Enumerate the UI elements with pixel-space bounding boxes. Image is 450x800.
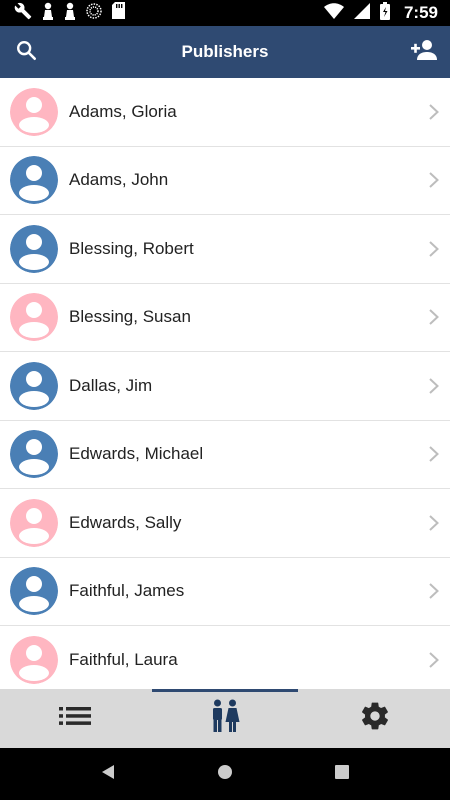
chevron-right-icon [428,582,440,600]
back-button[interactable] [88,754,128,794]
person-icon [10,430,58,479]
bottom-navigation [0,689,450,748]
nav-settings-tab[interactable] [300,689,450,748]
settings-gear-icon [359,700,391,737]
publisher-row[interactable]: Adams, John [0,147,450,215]
chevron-right-icon [428,171,440,189]
sd-card-icon [112,2,125,24]
nav-list-tab[interactable] [0,689,150,748]
pawn-icon [42,2,54,25]
avatar [10,361,58,410]
pawn-icon [64,2,76,25]
publisher-row[interactable]: Edwards, Michael [0,421,450,489]
publisher-row[interactable]: Blessing, Susan [0,284,450,352]
sync-icon [86,2,102,24]
person-icon [10,567,58,616]
publisher-row[interactable]: Adams, Gloria [0,78,450,147]
avatar [10,87,58,136]
chevron-right-icon [428,377,440,395]
publisher-name: Edwards, Michael [69,444,204,464]
status-notification-icons [14,2,125,25]
publisher-row[interactable]: Faithful, James [0,558,450,626]
person-icon [10,361,58,410]
publisher-name: Adams, John [69,170,169,190]
chevron-right-icon [428,651,440,669]
page-title: Publishers [181,42,269,61]
battery-icon [379,1,390,25]
chevron-right-icon [428,445,440,463]
person-icon [10,293,58,342]
recents-icon [334,764,349,784]
status-system-icons: 7:59 [323,1,438,25]
search-button[interactable] [0,26,52,78]
avatar [10,156,58,205]
publisher-name: Blessing, Susan [69,307,191,327]
app-bar: Publishers [0,26,450,78]
status-bar: 7:59 [0,0,450,26]
chevron-right-icon [428,240,440,258]
publisher-row[interactable]: Edwards, Sally [0,489,450,558]
person-icon [10,635,58,684]
person-icon [10,156,58,205]
selected-tab-indicator [152,689,298,692]
recents-button[interactable] [322,754,362,794]
avatar [10,498,58,547]
system-navigation-bar [0,748,450,800]
avatar [10,224,58,273]
status-time: 7:59 [403,3,438,22]
add-person-icon [410,39,438,66]
nav-publishers-tab[interactable] [150,689,300,748]
wrench-icon [14,2,32,25]
cellular-icon [353,2,370,24]
chevron-right-icon [428,514,440,532]
publisher-name: Edwards, Sally [69,512,182,532]
person-icon [10,498,58,547]
publisher-row[interactable]: Faithful, Laura [0,626,450,689]
chevron-right-icon [428,308,440,326]
avatar [10,567,58,616]
people-icon [210,699,240,738]
publisher-name: Blessing, Robert [69,238,194,258]
publisher-row[interactable]: Dallas, Jim [0,352,450,421]
list-icon [59,706,91,731]
publisher-name: Adams, Gloria [69,101,177,121]
publisher-name: Faithful, James [69,581,185,601]
publisher-name: Faithful, Laura [69,649,178,669]
publisher-list: Adams, Gloria Adams, John Blessing, Robert… [0,78,450,689]
publisher-row[interactable]: Blessing, Robert [0,215,450,284]
wifi-icon [323,2,344,24]
person-icon [10,87,58,136]
publisher-name: Dallas, Jim [69,375,153,395]
avatar [10,430,58,479]
search-icon [15,39,37,66]
add-publisher-button[interactable] [398,26,450,78]
chevron-right-icon [428,103,440,121]
home-button[interactable] [205,754,245,794]
avatar [10,293,58,342]
back-icon [101,764,115,785]
person-icon [10,224,58,273]
home-icon [217,764,233,785]
avatar [10,635,58,684]
